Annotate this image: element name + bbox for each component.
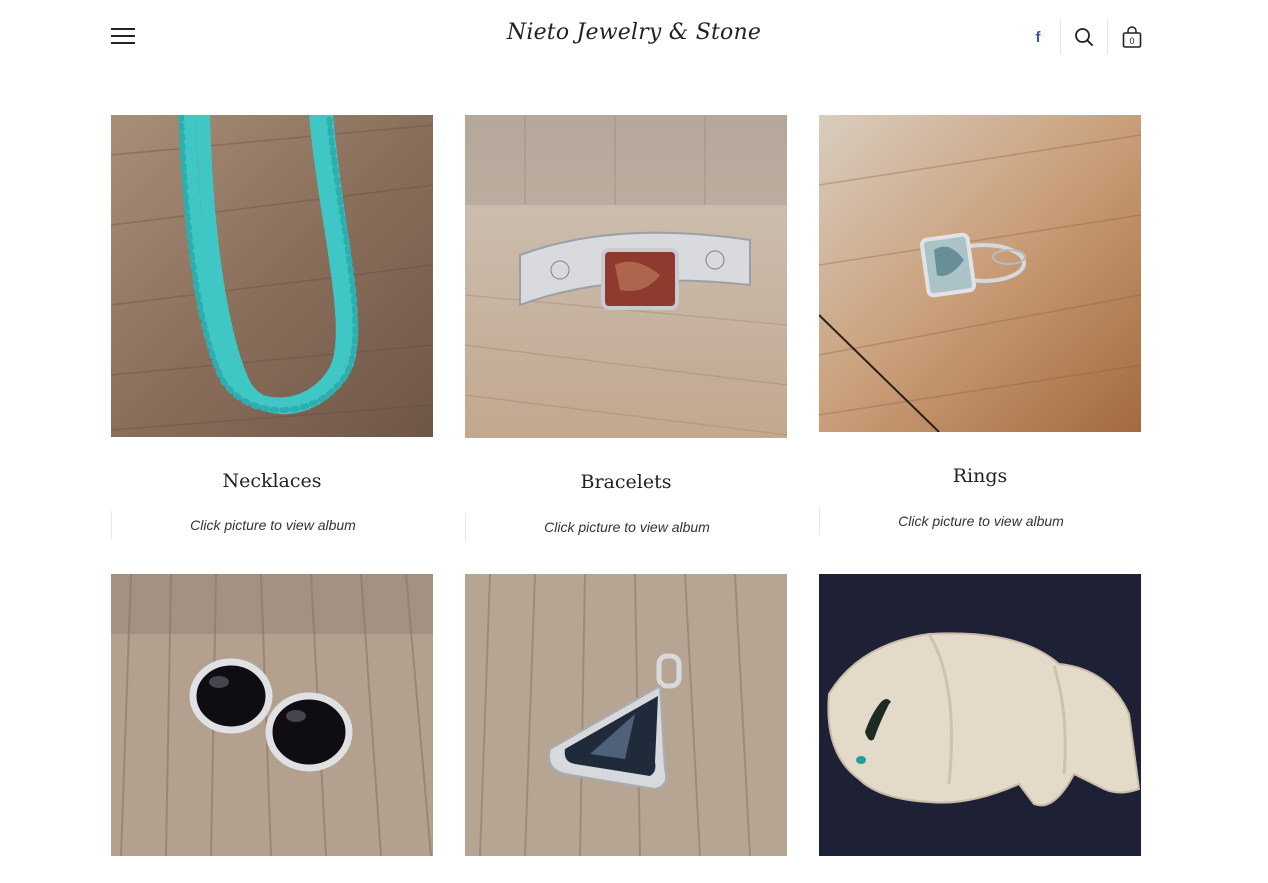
stone-buffalo-carving-photo[interactable] [819,574,1141,856]
onyx-silver-earrings-photo[interactable] [111,574,433,856]
album-title[interactable]: Necklaces [111,470,433,492]
album-caption: Click picture to view album [819,507,1142,535]
album-caption: Click picture to view album [111,511,434,539]
site-header: Nieto Jewelry & Stone f 0 [0,0,1268,75]
abalone-silver-ring-photo[interactable] [819,115,1141,432]
turquoise-chip-necklace-photo[interactable] [111,115,433,437]
silver-cuff-bracelet-photo[interactable] [465,115,787,438]
header-divider [1060,20,1061,54]
search-icon[interactable] [1066,20,1102,54]
shopping-bag-icon[interactable]: 0 [1114,20,1150,54]
album-title[interactable]: Bracelets [465,471,787,493]
album-title[interactable]: Rings [819,465,1141,487]
cart-count: 0 [1129,36,1134,46]
pietersite-silver-pendant-photo[interactable] [465,574,787,856]
page: Nieto Jewelry & Stone f 0 Necklaces Clic… [0,0,1268,883]
facebook-icon[interactable]: f [1020,20,1056,54]
header-divider [1107,20,1108,54]
album-caption: Click picture to view album [465,513,788,541]
